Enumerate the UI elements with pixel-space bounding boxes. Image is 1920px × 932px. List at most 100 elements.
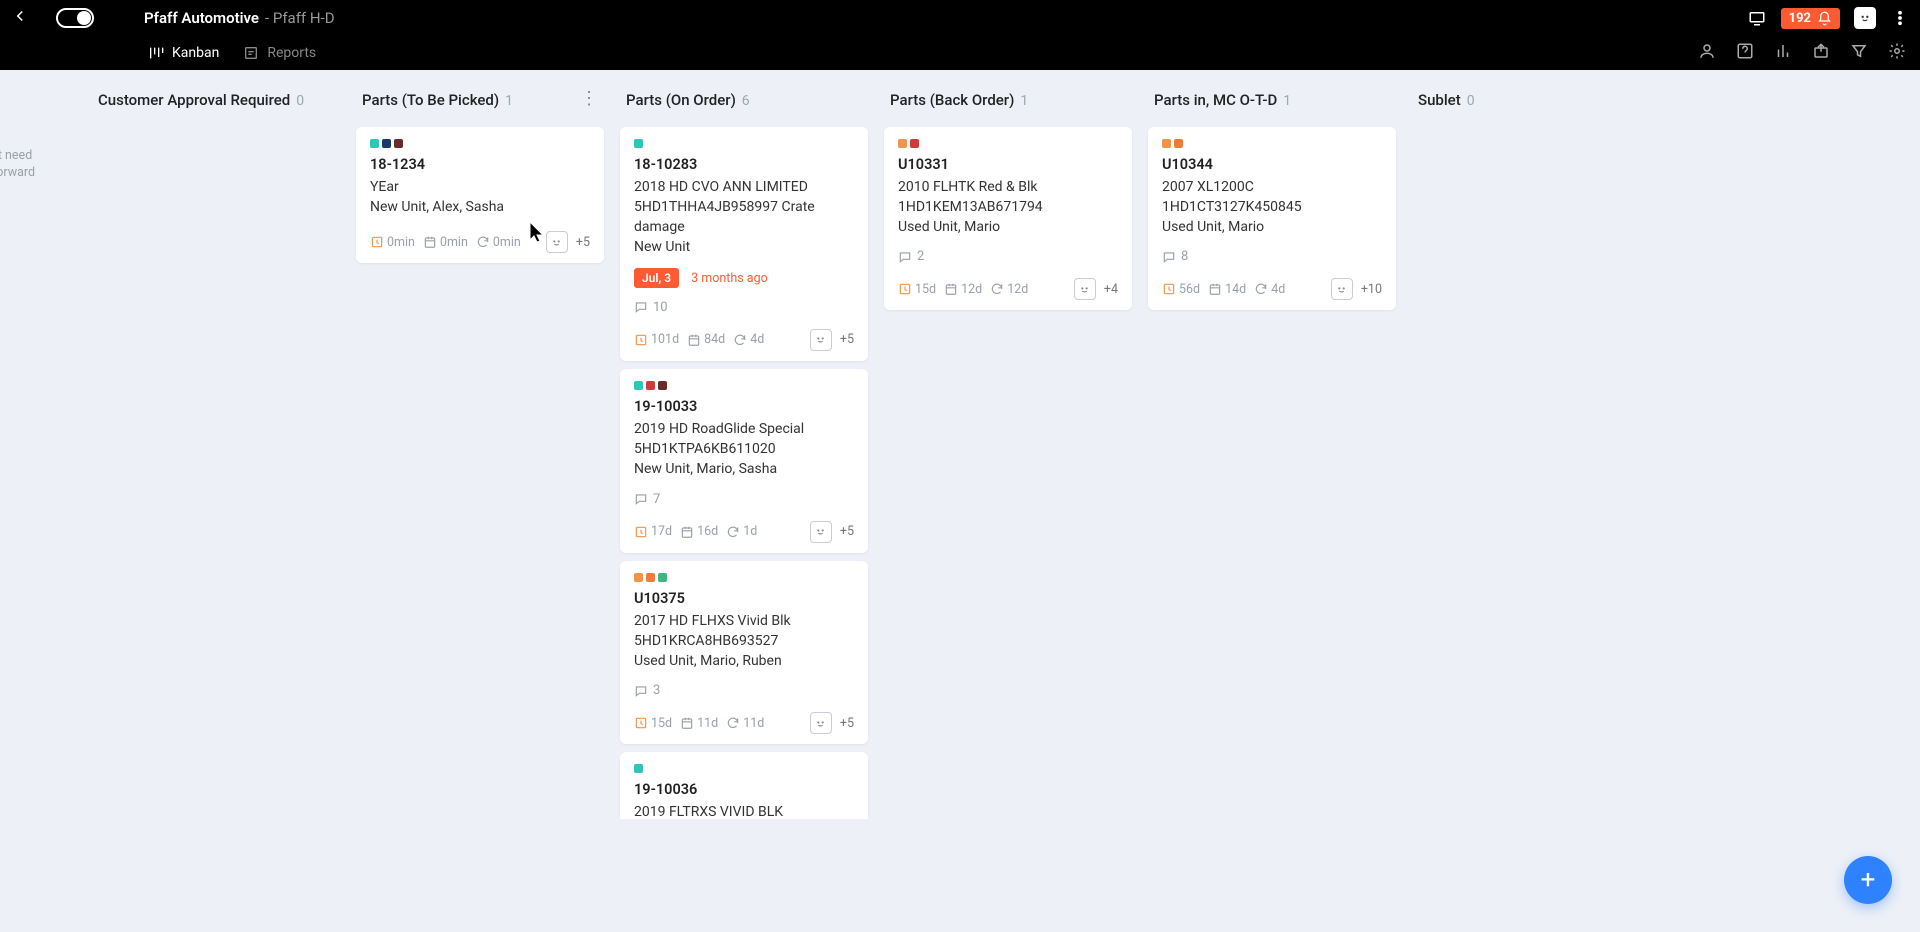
card-line: 2019 HD RoadGlide Special [634, 419, 854, 439]
card-tags [370, 139, 590, 148]
card-tags [634, 573, 854, 582]
card-line: Used Unit, Mario [898, 217, 1118, 237]
card-line: 5HD1KRCA8HB693527 [634, 631, 854, 651]
card-tags [1162, 139, 1382, 148]
kanban-card[interactable]: U10375 2017 HD FLHXS Vivid Blk5HD1KRCA8HB… [620, 561, 868, 745]
card-line: 5HD1THHA4JB958997 Crate damage [634, 197, 854, 238]
card-line: New Unit, Alex, Sasha [370, 197, 590, 217]
more-assignees[interactable]: +5 [840, 524, 854, 539]
stats-icon[interactable] [1774, 42, 1792, 64]
filter-icon[interactable] [1850, 42, 1868, 64]
column-parts-in: Parts in, MC O-T-D 1 U103442007 XL1200C 1… [1140, 70, 1404, 932]
notif-count: 192 [1789, 11, 1811, 26]
assignee-avatar[interactable] [810, 521, 832, 543]
assignee-avatar[interactable] [1074, 278, 1096, 300]
column-count: 1 [505, 93, 513, 109]
more-assignees[interactable]: +10 [1361, 282, 1382, 297]
stat-c: 4d [733, 332, 764, 347]
stat-a: 17d [634, 524, 672, 539]
comments-count[interactable]: 7 [634, 492, 854, 507]
column-more-icon[interactable]: ⋮ [580, 90, 598, 108]
brand-sub: - Pfaff H-D [265, 9, 335, 27]
stat-b: 84d [687, 332, 725, 347]
column-cards [90, 119, 342, 819]
column-header: m Approval 0 [0, 70, 78, 119]
kanban-card[interactable]: U103312010 FLHTK Red & Blk1HD1KEM13AB671… [884, 127, 1132, 311]
card-footer: 101d 84d 4d +5 [634, 329, 854, 351]
gear-icon[interactable] [1888, 42, 1906, 64]
card-footer: 17d16d1d+5 [634, 521, 854, 543]
tab-kanban[interactable]: Kanban [148, 45, 219, 61]
column-title: Parts (Back Order) [890, 91, 1014, 109]
stat-a: 56d [1162, 282, 1200, 297]
assignee-avatar[interactable] [810, 329, 832, 351]
stat-a: 101d [634, 332, 679, 347]
card-footer: 56d14d4d+10 [1162, 278, 1382, 300]
assignee-avatar[interactable] [546, 231, 568, 253]
column-approval: m Approval 0is reserved for bike that ne… [0, 70, 84, 932]
comments-count[interactable]: 8 [1162, 249, 1382, 264]
kanban-card[interactable]: U103442007 XL1200C 1HD1CT3127K450845Used… [1148, 127, 1396, 311]
comments-count[interactable]: 10 [634, 300, 854, 315]
more-assignees[interactable]: +4 [1104, 282, 1118, 297]
kanban-card[interactable]: 18-1234YEarNew Unit, Alex, Sasha0min0min… [356, 127, 604, 264]
more-assignees[interactable]: +5 [840, 716, 854, 731]
column-count: 6 [742, 93, 750, 109]
column-header: Parts (Back Order) 1 [882, 70, 1134, 119]
card-footer: 0min0min0min+5 [370, 231, 590, 253]
more-assignees[interactable]: +5 [840, 332, 854, 347]
comments-count[interactable]: 3 [634, 683, 854, 698]
card-id: 18-1234 [370, 156, 590, 173]
stat-c: 0min [476, 235, 521, 250]
column-header: Parts in, MC O-T-D 1 [1146, 70, 1398, 119]
back-button[interactable] [6, 7, 34, 30]
notifications-badge[interactable]: 192 [1781, 8, 1840, 29]
card-id: U10331 [898, 156, 1118, 173]
stat-b: 16d [680, 524, 718, 539]
card-line: 2017 HD FLHXS Vivid Blk [634, 611, 854, 631]
card-id: U10344 [1162, 156, 1382, 173]
card-line: 2018 HD CVO ANN LIMITED [634, 177, 854, 197]
more-menu-icon[interactable] [1890, 8, 1910, 28]
column-count: 1 [1283, 93, 1291, 109]
toggle-switch[interactable] [56, 8, 94, 28]
column-header: Sublet 0 [1410, 70, 1662, 119]
kanban-card[interactable]: 18-10283 2018 HD CVO ANN LIMITED5HD1THHA4… [620, 127, 868, 361]
card-id: U10375 [634, 590, 854, 607]
more-assignees[interactable]: +5 [576, 235, 590, 250]
column-cards [0, 199, 78, 899]
screen-icon[interactable] [1747, 8, 1767, 28]
column-title: Parts in, MC O-T-D [1154, 91, 1277, 109]
person-icon[interactable] [1698, 42, 1716, 64]
assignee-avatar[interactable] [1331, 278, 1353, 300]
export-icon[interactable] [1812, 42, 1830, 64]
column-header: Parts (On Order) 6 [618, 70, 870, 119]
card-line: Used Unit, Mario [1162, 217, 1382, 237]
column-count: 0 [296, 93, 304, 109]
card-footer: 15d11d11d+5 [634, 712, 854, 734]
card-line: 1HD1KEM13AB671794 [898, 197, 1118, 217]
kanban-card[interactable]: 19-100362019 FLTRXS VIVID BLK5HD1KTPA0KB… [620, 752, 868, 818]
card-id: 18-10283 [634, 156, 854, 173]
card-due: Jul, 33 months ago [634, 258, 854, 288]
kanban-card[interactable]: 19-100332019 HD RoadGlide Special5HD1KTP… [620, 369, 868, 553]
assignee-avatar[interactable] [810, 712, 832, 734]
column-on-order: Parts (On Order) 6 18-10283 2018 HD CVO AN… [612, 70, 876, 932]
tab-reports[interactable]: Reports [243, 45, 316, 61]
column-cards: 18-10283 2018 HD CVO ANN LIMITED5HD1THHA4… [618, 119, 870, 819]
header: Pfaff Automotive - Pfaff H-D 192 Kanban … [0, 0, 1920, 70]
card-line: 5HD1KTPA6KB611020 [634, 439, 854, 459]
column-cust-approval: Customer Approval Required 0 [84, 70, 348, 932]
card-tags [898, 139, 1118, 148]
comments-count[interactable]: 2 [898, 249, 1118, 264]
stat-b: 14d [1208, 282, 1246, 297]
help-icon[interactable] [1736, 42, 1754, 64]
column-title: Sublet [1418, 91, 1461, 109]
user-avatar[interactable] [1854, 7, 1876, 29]
add-button[interactable]: + [1844, 856, 1892, 904]
column-count: 0 [1467, 93, 1475, 109]
card-tags [634, 381, 854, 390]
column-header: Parts (To Be Picked) 1 ⋮ [354, 70, 606, 119]
column-note: is reserved for bike that needal from sa… [0, 119, 78, 200]
column-title: Parts (To Be Picked) [362, 91, 499, 109]
